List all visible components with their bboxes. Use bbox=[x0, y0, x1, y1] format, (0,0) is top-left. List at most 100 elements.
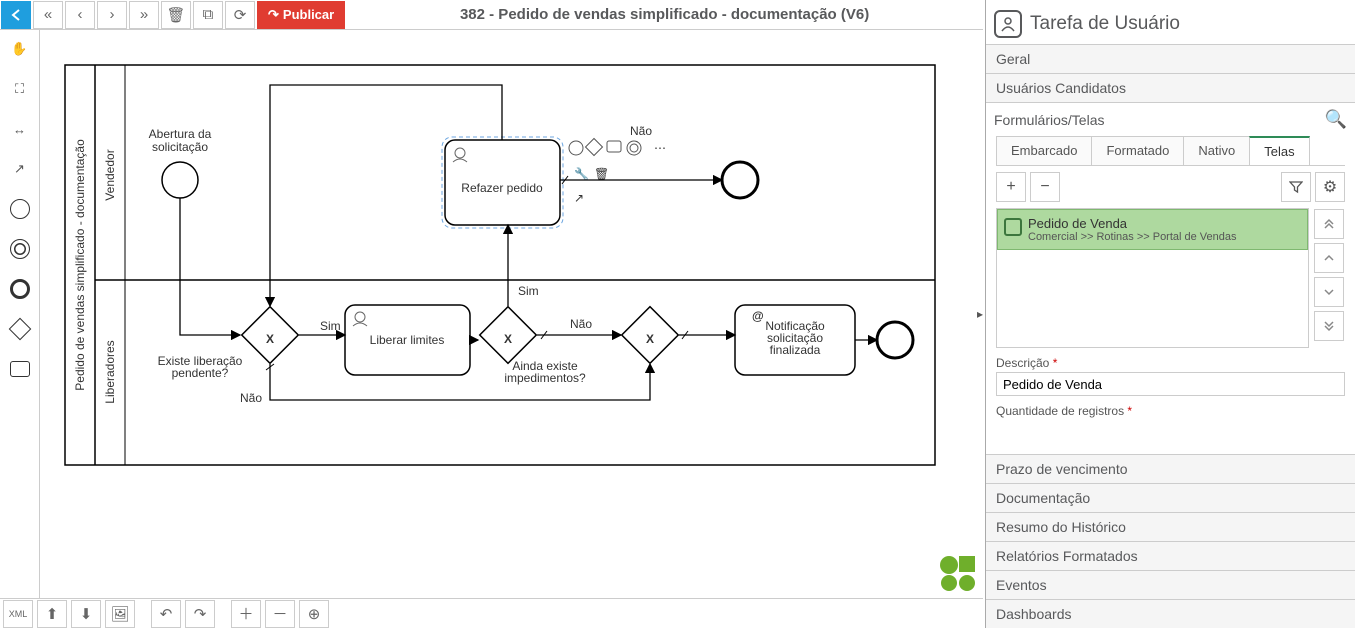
gateway-tool[interactable] bbox=[6, 315, 34, 343]
svg-text:Não: Não bbox=[570, 317, 592, 331]
panel-title-row: Tarefa de Usuário bbox=[986, 0, 1355, 44]
nav-up[interactable] bbox=[1314, 243, 1344, 273]
download-button[interactable]: ⬇ bbox=[71, 600, 101, 628]
acc-resumo[interactable]: Resumo do Histórico bbox=[986, 512, 1355, 541]
acc-relatorios[interactable]: Relatórios Formatados bbox=[986, 541, 1355, 570]
svg-text:↗: ↗ bbox=[574, 191, 584, 205]
svg-text:Sim: Sim bbox=[320, 319, 341, 333]
svg-text:Existe liberaçãopendente?: Existe liberaçãopendente? bbox=[158, 354, 243, 380]
document-title: 382 - Pedido de vendas simplificado - do… bbox=[346, 6, 983, 23]
svg-text:@: @ bbox=[752, 309, 764, 323]
user-task-icon bbox=[994, 10, 1022, 38]
gateway-liberação[interactable]: X bbox=[242, 307, 299, 364]
delete-button[interactable]: 🗑 bbox=[161, 1, 191, 29]
label-quantidade: Quantidade de registros bbox=[996, 404, 1345, 418]
zoom-in-button[interactable]: ＋ bbox=[231, 600, 261, 628]
start-event[interactable] bbox=[162, 162, 198, 198]
acc-geral[interactable]: Geral bbox=[986, 44, 1355, 73]
task-refazer-pedido[interactable]: Refazer pedido bbox=[442, 137, 563, 228]
svg-text:Ainda existeimpedimentos?: Ainda existeimpedimentos? bbox=[504, 359, 586, 385]
user-task-tool[interactable] bbox=[6, 355, 34, 383]
undo-button[interactable]: ↶ bbox=[151, 600, 181, 628]
settings-button[interactable]: ⚙ bbox=[1315, 172, 1345, 202]
svg-text:Não: Não bbox=[630, 124, 652, 138]
input-descricao[interactable] bbox=[996, 372, 1345, 396]
last-button[interactable]: » bbox=[129, 1, 159, 29]
list-item[interactable]: Pedido de Venda Comercial >> Rotinas >> … bbox=[997, 209, 1308, 250]
end-event-tool[interactable] bbox=[6, 275, 34, 303]
panel-title: Tarefa de Usuário bbox=[1030, 13, 1180, 35]
pool-label: Pedido de vendas simplificado - document… bbox=[73, 139, 87, 391]
list-item-path: Comercial >> Rotinas >> Portal de Vendas bbox=[1028, 231, 1237, 243]
next-button[interactable]: › bbox=[97, 1, 127, 29]
svg-text:X: X bbox=[504, 332, 512, 346]
svg-text:⋯: ⋯ bbox=[654, 141, 666, 155]
svg-text:Notificaçãosolicitaçãofinaliza: Notificaçãosolicitaçãofinalizada bbox=[765, 319, 825, 357]
svg-text:Liberar limites: Liberar limites bbox=[370, 333, 445, 347]
hand-tool[interactable]: ✋ bbox=[6, 35, 34, 63]
filter-button[interactable] bbox=[1281, 172, 1311, 202]
acc-usuarios[interactable]: Usuários Candidatos bbox=[986, 73, 1355, 102]
svg-text:Não: Não bbox=[240, 391, 262, 405]
tab-formatado[interactable]: Formatado bbox=[1091, 136, 1184, 165]
zoom-out-button[interactable]: － bbox=[265, 600, 295, 628]
screen-icon bbox=[1004, 218, 1022, 236]
label-descricao: Descrição bbox=[996, 356, 1345, 370]
start-event-tool[interactable] bbox=[6, 195, 34, 223]
back-button[interactable] bbox=[1, 1, 31, 29]
bottom-toolbar: XML ⬆ ⬇ 🖼 ↶ ↷ ＋ － ⊕ bbox=[0, 598, 983, 628]
tab-embarcado[interactable]: Embarcado bbox=[996, 136, 1092, 165]
fit-button[interactable]: ⊕ bbox=[299, 600, 329, 628]
panel-collapse-handle[interactable]: ▸ bbox=[975, 300, 985, 328]
item-list: Pedido de Venda Comercial >> Rotinas >> … bbox=[996, 208, 1309, 348]
svg-text:Refazer pedido: Refazer pedido bbox=[461, 181, 543, 195]
app-logo bbox=[937, 553, 977, 593]
intermediate-event-tool[interactable] bbox=[6, 235, 34, 263]
connect-tool[interactable]: ↗ bbox=[6, 155, 34, 183]
publish-label: Publicar bbox=[283, 7, 334, 22]
gateway-merge[interactable]: X bbox=[622, 307, 679, 364]
acc-dashboards[interactable]: Dashboards bbox=[986, 599, 1355, 628]
list-item-title: Pedido de Venda bbox=[1028, 216, 1237, 231]
svg-text:🔧: 🔧 bbox=[574, 166, 589, 181]
prev-button[interactable]: ‹ bbox=[65, 1, 95, 29]
diagram-canvas[interactable]: Pedido de vendas simplificado - document… bbox=[40, 30, 983, 598]
nav-down[interactable] bbox=[1314, 277, 1344, 307]
top-toolbar: « ‹ › » 🗑 ⧉ ⟳ ↷Publicar 382 - Pedido de … bbox=[0, 0, 983, 30]
space-tool[interactable]: ↔ bbox=[6, 115, 34, 143]
publish-button[interactable]: ↷Publicar bbox=[257, 1, 345, 29]
end-event-top[interactable] bbox=[722, 162, 758, 198]
acc-formularios-label: Formulários/Telas bbox=[994, 112, 1104, 128]
redo-button[interactable]: ↷ bbox=[185, 600, 215, 628]
tab-nativo[interactable]: Nativo bbox=[1183, 136, 1250, 165]
gateway-impedimentos[interactable]: X bbox=[480, 307, 537, 364]
svg-text:Sim: Sim bbox=[518, 284, 539, 298]
xml-button[interactable]: XML bbox=[3, 600, 33, 628]
nav-first[interactable] bbox=[1314, 209, 1344, 239]
context-pad[interactable]: ⋯ 🔧 🗑 ↗ bbox=[569, 139, 666, 205]
add-item-button[interactable]: + bbox=[996, 172, 1026, 202]
search-icon[interactable]: 🔍 bbox=[1325, 109, 1347, 130]
image-button[interactable]: 🖼 bbox=[105, 600, 135, 628]
svg-text:🗑: 🗑 bbox=[594, 167, 609, 181]
acc-eventos[interactable]: Eventos bbox=[986, 570, 1355, 599]
first-button[interactable]: « bbox=[33, 1, 63, 29]
tool-palette: ✋ ⛶ ↔ ↗ bbox=[0, 30, 40, 598]
tab-telas[interactable]: Telas bbox=[1249, 136, 1309, 165]
start-event-label: Abertura dasolicitação bbox=[149, 127, 212, 154]
copy-button[interactable]: ⧉ bbox=[193, 1, 223, 29]
tabs-row: Embarcado Formatado Nativo Telas bbox=[996, 136, 1345, 166]
task-liberar-limites[interactable]: Liberar limites bbox=[345, 305, 470, 375]
lane-vendedor-label: Vendedor bbox=[103, 149, 117, 200]
properties-panel: Tarefa de Usuário Geral Usuários Candida… bbox=[985, 0, 1355, 628]
lasso-tool[interactable]: ⛶ bbox=[6, 75, 34, 103]
refresh-button[interactable]: ⟳ bbox=[225, 1, 255, 29]
acc-prazo[interactable]: Prazo de vencimento bbox=[986, 454, 1355, 483]
upload-button[interactable]: ⬆ bbox=[37, 600, 67, 628]
acc-documentacao[interactable]: Documentação bbox=[986, 483, 1355, 512]
task-notificacao[interactable]: Notificaçãosolicitaçãofinalizada @ bbox=[735, 305, 855, 375]
nav-last[interactable] bbox=[1314, 311, 1344, 341]
acc-formularios[interactable]: Formulários/Telas 🔍 bbox=[986, 102, 1355, 136]
remove-item-button[interactable]: − bbox=[1030, 172, 1060, 202]
end-event-bottom[interactable] bbox=[877, 322, 913, 358]
